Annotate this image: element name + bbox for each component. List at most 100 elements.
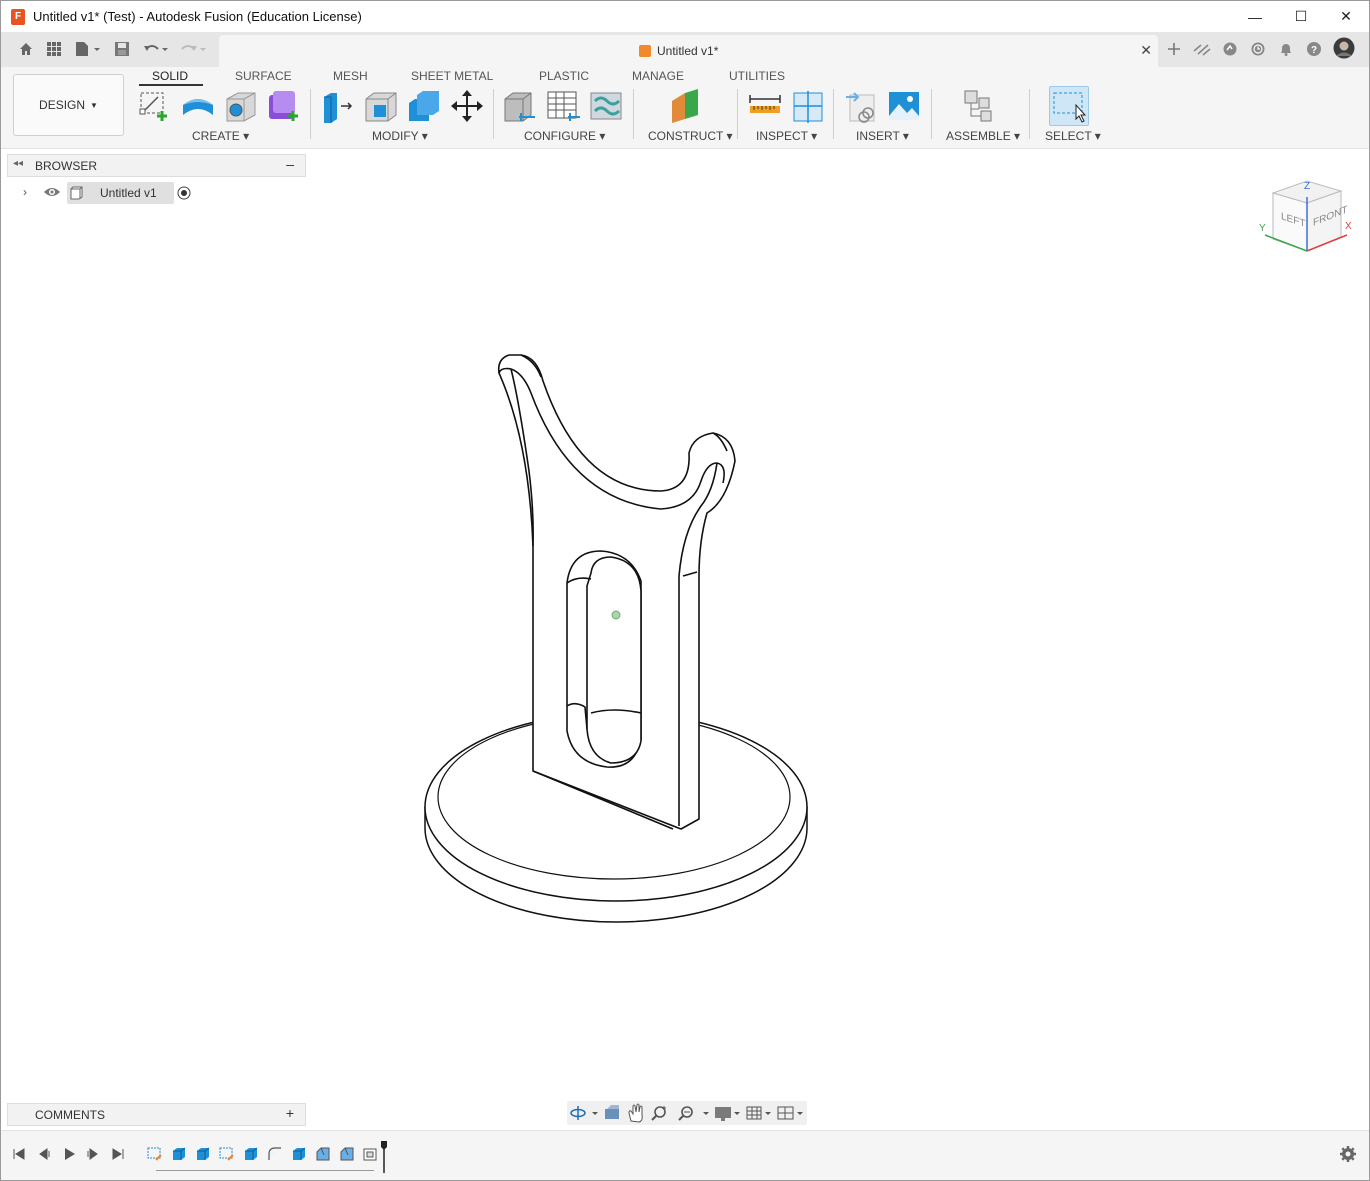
create-sketch-icon[interactable] [138, 89, 172, 123]
tab-plastic[interactable]: PLASTIC [539, 69, 589, 83]
document-cube-icon [639, 45, 651, 57]
look-at-icon [605, 1105, 619, 1119]
viewcube-y-axis-label: Y [1259, 223, 1266, 234]
stand-upright [497, 354, 736, 830]
hole-icon[interactable] [224, 89, 258, 123]
toolbar-separator [1029, 89, 1030, 139]
timeline-extrude-icon[interactable] [171, 1146, 187, 1162]
toolbar-separator [310, 89, 311, 139]
timeline-sketch-icon[interactable] [147, 1146, 163, 1162]
combine-icon[interactable] [407, 89, 441, 123]
maximize-button[interactable]: ☐ [1278, 1, 1324, 32]
move-copy-icon[interactable] [450, 89, 484, 123]
file-menu-icon[interactable] [73, 40, 103, 58]
timeline-extrude-icon[interactable] [291, 1146, 307, 1162]
active-tab-underline [139, 84, 203, 86]
viewcube-x-axis-label: X [1345, 221, 1352, 232]
document-tab-label: Untitled v1* [657, 44, 719, 58]
tab-manage[interactable]: MANAGE [632, 69, 684, 83]
create-form-icon[interactable] [267, 89, 301, 123]
group-create[interactable]: CREATE ▾ [192, 129, 249, 143]
new-component-icon[interactable] [963, 89, 997, 123]
notifications-bell-icon[interactable] [1277, 40, 1295, 58]
section-analysis-icon[interactable] [791, 89, 825, 123]
configuration-table-icon[interactable] [546, 89, 580, 123]
fusion-window: F Untitled v1* (Test) - Autodesk Fusion … [0, 0, 1370, 1181]
home-icon[interactable] [17, 40, 35, 58]
timeline-extrude-icon[interactable] [243, 1146, 259, 1162]
group-modify[interactable]: MODIFY ▾ [372, 129, 428, 143]
tab-mesh[interactable]: MESH [333, 69, 368, 83]
undo-icon[interactable] [141, 40, 171, 58]
chevron-down-icon: ▼ [90, 100, 98, 110]
document-tab[interactable]: Untitled v1* ✕ [219, 35, 1158, 67]
group-inspect[interactable]: INSPECT ▾ [756, 129, 817, 143]
offset-plane-icon[interactable] [669, 89, 703, 123]
fusion-app-icon: F [11, 8, 25, 25]
minimize-button[interactable]: — [1232, 1, 1278, 32]
job-status-icon[interactable] [1221, 40, 1239, 58]
timeline-bar [1, 1130, 1369, 1180]
configure-part-icon[interactable] [503, 89, 537, 123]
timeline-fillet-icon[interactable] [267, 1146, 283, 1162]
toolbar-separator [833, 89, 834, 139]
timeline-shell-icon[interactable] [363, 1146, 379, 1162]
timeline-sketch-icon[interactable] [219, 1146, 235, 1162]
extrude-icon[interactable] [181, 89, 215, 123]
insert-canvas-icon[interactable] [887, 89, 921, 123]
timeline-extrude-icon[interactable] [195, 1146, 211, 1162]
tab-surface[interactable]: SURFACE [235, 69, 292, 83]
timeline-chamfer-icon[interactable] [339, 1146, 355, 1162]
group-assemble[interactable]: ASSEMBLE ▾ [946, 129, 1020, 143]
extensions-icon[interactable] [1193, 40, 1211, 58]
help-icon[interactable]: ? [1305, 40, 1323, 58]
play-icon[interactable] [61, 1146, 77, 1162]
go-to-end-icon[interactable] [110, 1146, 126, 1162]
viewcube[interactable]: LEFT FRONT Z X Y [1259, 177, 1353, 259]
toolbar-separator [737, 89, 738, 139]
group-configure[interactable]: CONFIGURE ▾ [524, 129, 605, 143]
workspace-switcher-button[interactable]: DESIGN ▼ [13, 74, 124, 136]
tab-sheet-metal[interactable]: SHEET METAL [411, 69, 493, 83]
data-panel-grid-icon[interactable] [45, 40, 63, 58]
group-select[interactable]: SELECT ▾ [1045, 129, 1101, 143]
orbit-icon [570, 1106, 598, 1120]
select-tool-icon[interactable] [1049, 86, 1089, 126]
toolbar-separator [633, 89, 634, 139]
quick-access-bar: Untitled v1* ✕ ? [1, 32, 1369, 67]
measure-icon[interactable] [748, 89, 782, 123]
new-tab-plus-icon[interactable] [1165, 40, 1183, 58]
document-tab-close-icon[interactable]: ✕ [1140, 42, 1152, 59]
tab-solid[interactable]: SOLID [152, 69, 188, 83]
step-forward-icon[interactable] [85, 1146, 101, 1162]
graphics-canvas[interactable]: LEFT FRONT Z X Y [1, 149, 1369, 1149]
group-construct[interactable]: CONSTRUCT ▾ [648, 129, 732, 143]
viewports-icon [777, 1106, 803, 1120]
model-3d-view [424, 354, 808, 923]
tab-utilities[interactable]: UTILITIES [729, 69, 785, 83]
user-avatar[interactable] [1333, 37, 1355, 59]
zoom-icon [651, 1106, 666, 1121]
configuration-theme-icon[interactable] [589, 89, 623, 123]
save-icon[interactable] [113, 40, 131, 58]
close-window-button[interactable]: ✕ [1323, 1, 1369, 32]
toolbar-separator [493, 89, 494, 139]
go-to-start-icon[interactable] [11, 1146, 27, 1162]
step-back-icon[interactable] [36, 1146, 52, 1162]
display-settings-icon [715, 1107, 740, 1121]
timeline-chamfer-icon[interactable] [315, 1146, 331, 1162]
zoom-window-icon [678, 1106, 709, 1121]
fillet-icon[interactable] [364, 89, 398, 123]
redo-icon[interactable] [179, 40, 209, 58]
workspace-label: DESIGN [39, 98, 86, 112]
pan-hand-icon [628, 1103, 643, 1123]
timeline-settings-gear-icon[interactable] [1339, 1145, 1357, 1163]
press-pull-icon[interactable] [321, 89, 355, 123]
group-insert[interactable]: INSERT ▾ [856, 129, 909, 143]
timeline-marker[interactable] [381, 1141, 387, 1173]
add-comment-button[interactable]: + [286, 1105, 294, 1121]
viewcube-z-axis-label: Z [1304, 181, 1311, 192]
toolbar-separator [931, 89, 932, 139]
clock-history-icon[interactable] [1249, 40, 1267, 58]
insert-derive-icon[interactable] [844, 89, 878, 123]
